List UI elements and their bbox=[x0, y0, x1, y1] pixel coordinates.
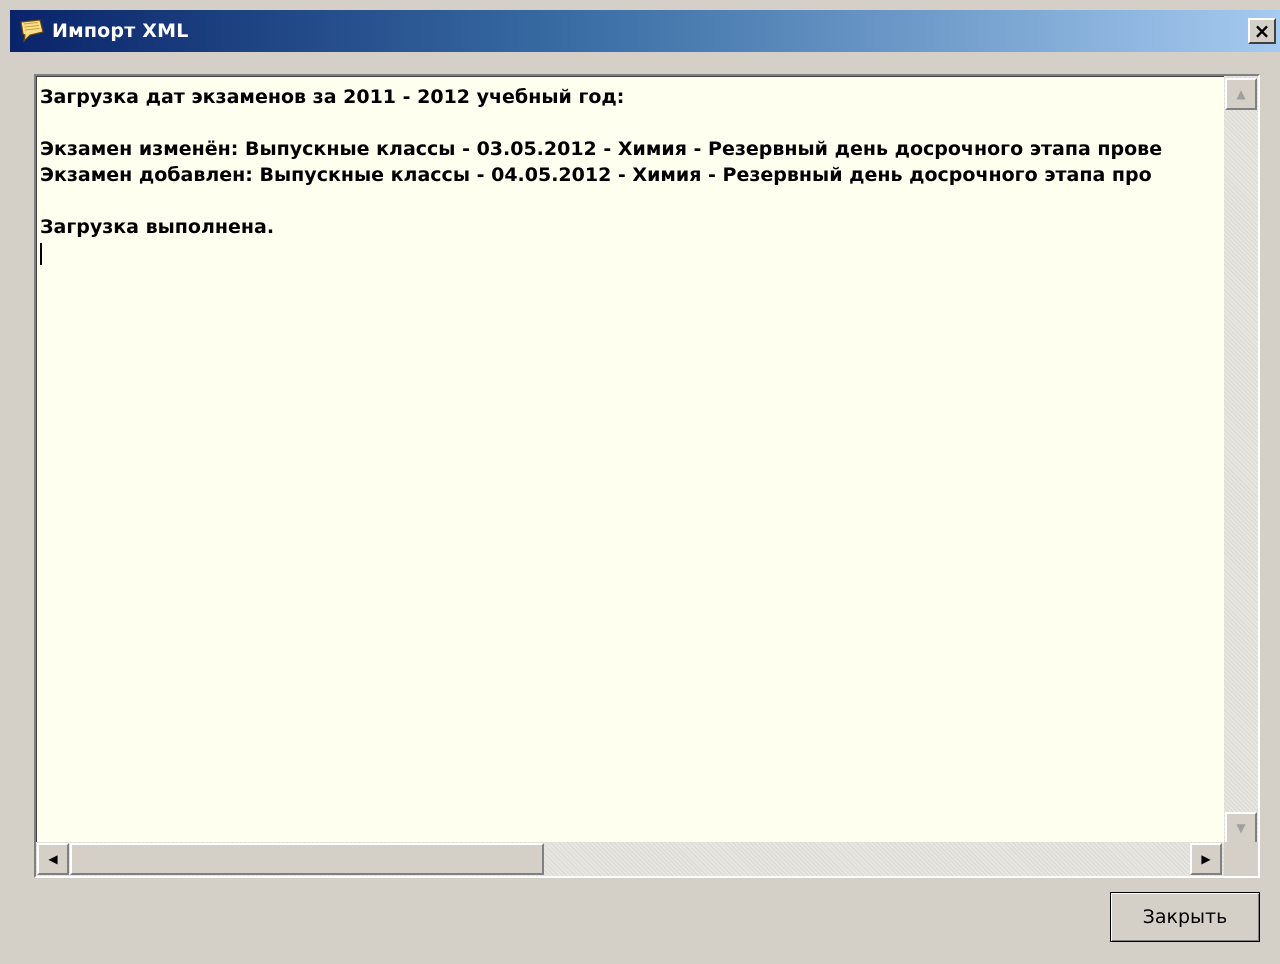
text-caret bbox=[40, 242, 42, 265]
arrow-up-icon: ▲ bbox=[1236, 87, 1246, 101]
speech-bubble-icon bbox=[18, 18, 46, 44]
log-line: Экзамен изменён: Выпускные классы - 03.0… bbox=[40, 138, 1163, 160]
horizontal-scrollbar[interactable]: ◀ ▶ bbox=[36, 842, 1224, 876]
scroll-left-button[interactable]: ◀ bbox=[37, 843, 69, 875]
text-caret-line bbox=[40, 240, 1222, 266]
scroll-right-button[interactable]: ▶ bbox=[1190, 843, 1222, 875]
scroll-down-button[interactable]: ▼ bbox=[1225, 812, 1257, 844]
horizontal-scroll-thumb[interactable] bbox=[70, 843, 544, 875]
import-log[interactable]: Загрузка дат экзаменов за 2011 - 2012 уч… bbox=[34, 74, 1260, 878]
vertical-scrollbar[interactable]: ▲ ▼ bbox=[1224, 76, 1258, 846]
arrow-down-icon: ▼ bbox=[1236, 821, 1246, 835]
scrollbar-corner bbox=[1224, 842, 1258, 876]
close-button[interactable]: Закрыть bbox=[1110, 892, 1260, 942]
log-line: Загрузка выполнена. bbox=[40, 216, 275, 238]
log-line: Экзамен добавлен: Выпускные классы - 04.… bbox=[40, 164, 1152, 186]
close-icon: × bbox=[1253, 19, 1271, 43]
import-xml-window: Импорт XML × Загрузка дат экзаменов за 2… bbox=[0, 0, 1280, 964]
arrow-left-icon: ◀ bbox=[48, 852, 58, 866]
title-bar[interactable]: Импорт XML × bbox=[10, 10, 1280, 52]
window-title: Импорт XML bbox=[52, 20, 189, 42]
scroll-up-button[interactable]: ▲ bbox=[1225, 78, 1257, 110]
arrow-right-icon: ▶ bbox=[1201, 852, 1211, 866]
log-text[interactable]: Загрузка дат экзаменов за 2011 - 2012 уч… bbox=[40, 84, 1222, 844]
log-line: Загрузка дат экзаменов за 2011 - 2012 уч… bbox=[40, 86, 625, 108]
window-close-button[interactable]: × bbox=[1248, 18, 1276, 44]
